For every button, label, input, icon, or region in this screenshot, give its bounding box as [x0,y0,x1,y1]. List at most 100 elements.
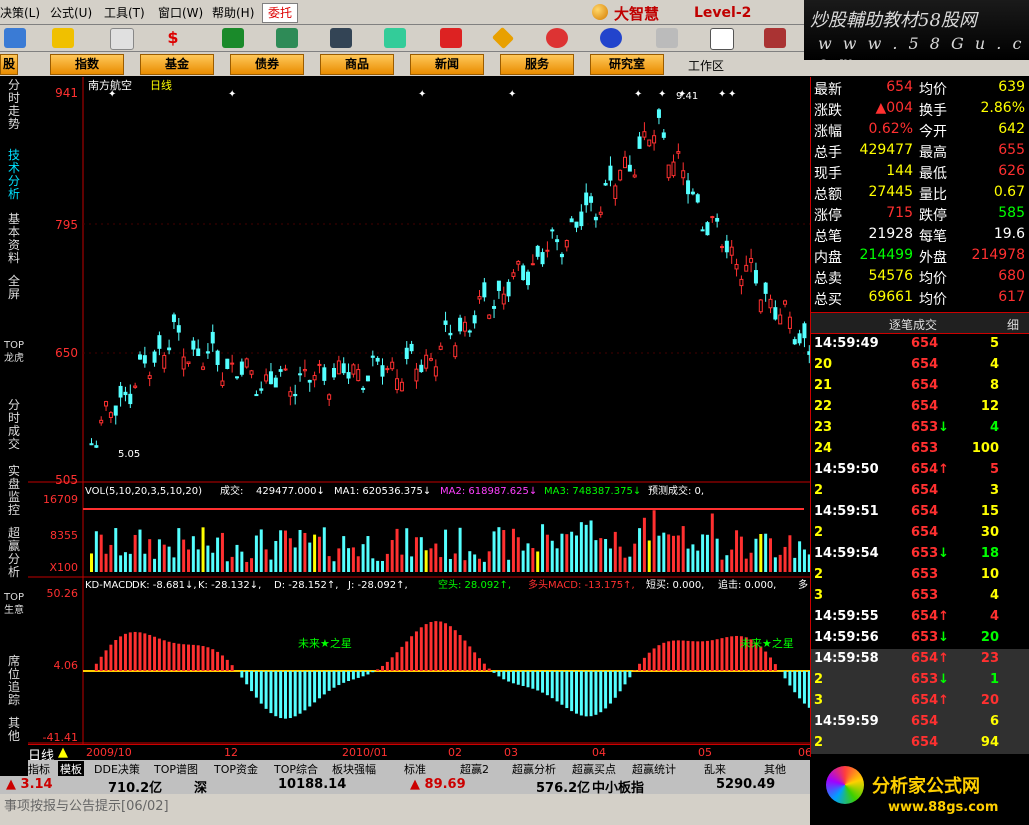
flag-icon[interactable] [222,28,244,48]
bookshelf-icon[interactable] [764,28,786,48]
tab-indicator[interactable]: 指标 [28,761,50,777]
rail-tab-trades[interactable]: 分时成交 [4,399,24,451]
home-icon[interactable] [4,28,26,48]
rail-tab-monitor[interactable]: 实盘监控 [4,465,24,517]
trade-price: 653 [911,441,955,456]
volume-bar [521,550,525,572]
trade-price-value: 653 [911,567,939,582]
rail-tab-other[interactable]: 其他 [4,717,24,743]
people-icon[interactable] [384,28,406,48]
tab-luanlai[interactable]: 乱来 [704,761,726,777]
trade-time: 3 [814,693,824,708]
volume-bar [162,544,166,572]
candle-body [264,374,269,382]
tab-chaoying-analysis[interactable]: 超赢分析 [512,761,556,777]
candle-body [108,412,113,418]
volume-bar [284,530,287,572]
binoculars-icon[interactable] [330,28,352,48]
macd-bar [594,671,598,715]
ruler-icon[interactable] [110,28,134,50]
tab-other[interactable]: 其他 [764,761,786,777]
macd-bar [361,671,365,677]
func-button-index[interactable]: 指数 [50,54,124,75]
quote-label: 量比 [919,187,947,203]
tab-sector-strength[interactable]: 板块强幅 [332,761,376,777]
menu-window[interactable]: 窗口(W) [158,4,203,21]
globe-logo-icon [592,4,608,20]
rail-tab-fullscreen[interactable]: 全屏 [4,275,24,301]
volume-bar [99,534,103,572]
rail-tab-top-business[interactable]: TOP生意 [4,591,24,617]
menu-tools[interactable]: 工具(T) [104,4,145,21]
volume-bar [405,528,409,572]
menu-help[interactable]: 帮助(H) [212,4,254,21]
trade-list-col-detail[interactable]: 细 [1007,316,1019,333]
kline-chart-area[interactable]: 941 795 650 505 南方航空 日线 5.05 9.41 ✦ ✦ ✦ ✦ ✦ ✦… [28,77,817,744]
func-button-news[interactable]: 新闻 [410,54,484,75]
globe-icon[interactable] [600,28,622,48]
tab-chaoying-stats[interactable]: 超赢统计 [632,761,676,777]
candle-body [171,314,176,323]
stock-up-icon[interactable] [440,28,462,48]
workarea-label[interactable]: 工作区 [688,57,724,74]
tab-standard[interactable]: 标准 [404,761,426,777]
tab-template[interactable]: 模板 [58,761,84,777]
move-icon[interactable] [52,28,74,48]
grid-icon[interactable] [276,28,298,48]
tab-top-combined[interactable]: TOP综合 [274,761,318,777]
quote-label: 均价 [919,271,947,287]
macd-bar [705,640,709,671]
window-icon[interactable] [656,28,678,48]
macd-bar [138,632,142,671]
candle-body [181,356,186,370]
diamond-icon[interactable] [491,26,515,50]
func-button-commodity[interactable]: 商品 [320,54,394,75]
rail-tab-top-dragon[interactable]: TOP龙虎 [4,339,24,365]
macd-bar [211,649,215,671]
rail-tab-seat-track[interactable]: 席位追踪 [4,655,24,707]
dollar-icon[interactable]: $ [162,28,184,48]
rail-tab-chaoying[interactable]: 超赢分析 [4,527,24,579]
trade-row: 24 653 100 [811,439,1029,460]
candle-body [744,264,749,272]
macd-bar [507,671,511,682]
quote-label: 最新 [814,82,842,98]
volume-bar [633,543,637,572]
entrust-button[interactable]: 委托 [262,3,298,23]
volume-bar [216,537,220,572]
menu-decision[interactable]: 决策(L) [0,4,40,21]
notice-text[interactable]: 事项按报与公告提示[06/02] [4,795,169,814]
quote-value: 69661 [868,289,913,305]
menu-formula[interactable]: 公式(U) [50,4,92,21]
macd-bar [298,671,302,714]
quote-label: 总额 [814,187,842,203]
volume-bar [497,527,501,572]
rail-tab-fundamental[interactable]: 基本资料 [4,213,24,265]
disc-icon[interactable] [546,28,568,48]
brand-name: 大智慧 [614,5,660,23]
period-triangle-icon[interactable]: ▲ [58,745,68,760]
tab-top-fund[interactable]: TOP资金 [214,761,258,777]
trade-volume: 30 [980,525,999,540]
func-button-stock[interactable]: 股 [0,54,18,75]
trade-row: 14:59:59 654 6 [811,712,1029,733]
candle-body [477,296,482,300]
candle-body [123,391,128,396]
candle-body [385,368,390,371]
layout-icon[interactable] [710,28,734,50]
func-button-fund[interactable]: 基金 [140,54,214,75]
func-button-service[interactable]: 服务 [500,54,574,75]
rail-tab-technical[interactable]: 技术分析 [4,149,24,201]
candle-body [351,364,356,375]
tab-chaoying2[interactable]: 超赢2 [460,761,489,777]
rail-tab-timeshare[interactable]: 分时走势 [4,79,24,131]
tab-dde[interactable]: DDE决策 [94,761,140,777]
func-button-research[interactable]: 研究室 [590,54,664,75]
func-button-bond[interactable]: 债券 [230,54,304,75]
kline-svg[interactable]: 941 795 650 505 南方航空 日线 5.05 9.41 ✦ ✦ ✦ ✦ ✦ ✦… [28,77,817,744]
candle-body [535,245,540,257]
tab-top-chart[interactable]: TOP谱图 [154,761,198,777]
volume-bar [148,539,152,572]
tab-chaoying-buypoint[interactable]: 超赢买点 [572,761,616,777]
trade-price: 653 [911,567,955,582]
